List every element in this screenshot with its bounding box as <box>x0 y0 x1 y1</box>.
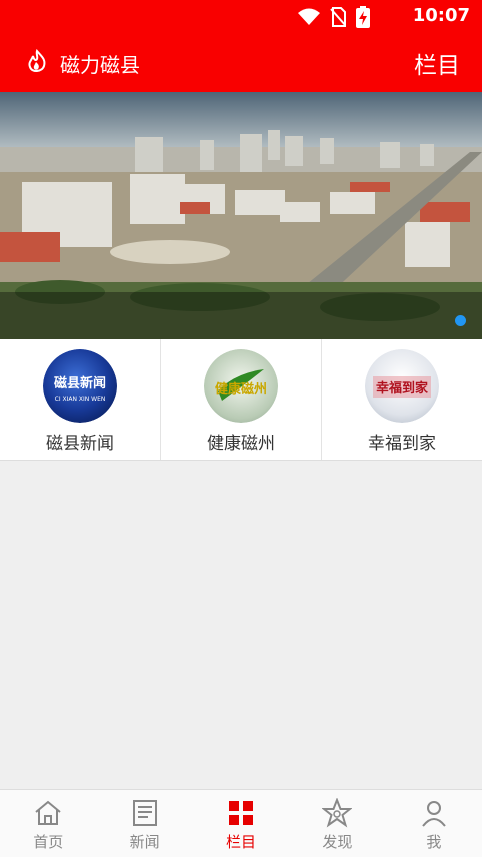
tab-label: 发现 <box>322 833 353 851</box>
wifi-icon <box>298 8 320 25</box>
thumb-text: 幸福到家 <box>376 380 429 396</box>
tab-label: 栏目 <box>226 833 257 851</box>
app-title: 磁力磁县 <box>60 53 140 77</box>
profile-icon <box>422 801 446 827</box>
app-bar: 磁力磁县 栏目 <box>0 33 482 92</box>
channel-thumb-cixian-news: 磁县新闻 CI XIAN XIN WEN <box>43 349 117 423</box>
tab-news[interactable]: 新闻 <box>96 790 192 857</box>
thumb-text: 磁县新闻 <box>54 375 106 391</box>
channel-grid: 磁县新闻 CI XIAN XIN WEN 磁县新闻 健康磁州 健康磁州 幸福到家… <box>0 339 482 461</box>
discover-icon <box>322 798 353 828</box>
channel-thumb-health-cizhou: 健康磁州 <box>204 349 278 423</box>
status-icons <box>298 6 370 28</box>
channel-cixian-news[interactable]: 磁县新闻 CI XIAN XIN WEN 磁县新闻 <box>0 339 161 460</box>
channel-label: 幸福到家 <box>368 434 436 454</box>
flame-logo-icon <box>28 49 46 72</box>
home-icon <box>35 800 61 825</box>
tab-profile[interactable]: 我 <box>386 790 482 857</box>
channel-label: 磁县新闻 <box>46 434 114 454</box>
columns-button[interactable]: 栏目 <box>414 46 460 80</box>
grid-icon <box>229 801 254 825</box>
channel-health-cizhou[interactable]: 健康磁州 健康磁州 <box>161 339 322 460</box>
no-sim-icon <box>330 7 346 27</box>
tab-columns[interactable]: 栏目 <box>193 790 289 857</box>
tab-label: 新闻 <box>129 833 160 851</box>
thumb-subtext: CI XIAN XIN WEN <box>55 396 106 403</box>
tab-label: 我 <box>426 833 442 851</box>
carousel-indicator-dot[interactable] <box>455 315 466 326</box>
tab-label: 首页 <box>33 833 64 851</box>
status-bar: 10:07 <box>0 0 482 33</box>
channel-thumb-happiness-home: 幸福到家 <box>365 349 439 423</box>
banner-carousel[interactable] <box>0 92 482 339</box>
channel-label: 健康磁州 <box>207 434 275 454</box>
tab-home[interactable]: 首页 <box>0 790 96 857</box>
bottom-tab-bar: 首页 新闻 栏目 发现 我 <box>0 789 482 857</box>
battery-charging-icon <box>356 6 370 28</box>
thumb-text: 健康磁州 <box>215 381 267 397</box>
channel-happiness-home[interactable]: 幸福到家 幸福到家 <box>322 339 482 460</box>
status-time: 10:07 <box>412 5 470 26</box>
news-icon <box>132 800 157 826</box>
banner-caption-bar <box>0 292 482 339</box>
tab-discover[interactable]: 发现 <box>289 790 385 857</box>
